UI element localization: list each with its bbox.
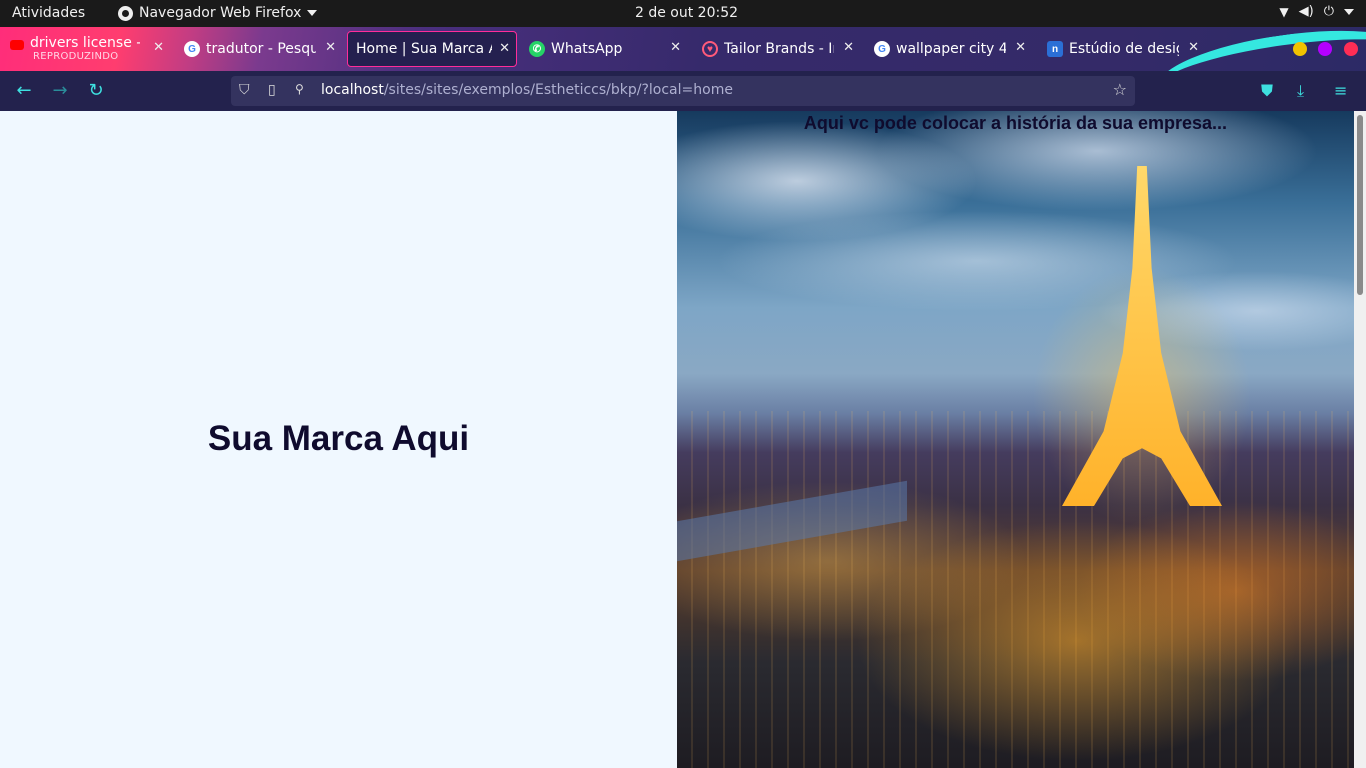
pocket-icon[interactable]: ⛊ bbox=[1261, 81, 1273, 101]
app-menu-label: Navegador Web Firefox bbox=[139, 5, 302, 21]
tab-tailor-brands[interactable]: ♥ Tailor Brands - Ins ✕ bbox=[694, 31, 860, 67]
navigation-toolbar: ← → ↻ ⛉ ▯ ⚲ localhost/sites/sites/exempl… bbox=[0, 71, 1366, 111]
system-top-bar: Atividades Navegador Web Firefox 2 de ou… bbox=[0, 0, 1366, 27]
tab-wallpaper-city[interactable]: G wallpaper city 4k ✕ bbox=[866, 31, 1032, 67]
close-icon[interactable]: ✕ bbox=[843, 40, 854, 55]
page-icon[interactable]: ▯ bbox=[268, 82, 276, 98]
youtube-icon bbox=[10, 40, 24, 50]
tab-drivers-license[interactable]: drivers license - O REPRODUZINDO ✕ bbox=[2, 31, 170, 67]
activities-button[interactable]: Atividades bbox=[12, 5, 85, 21]
tab-whatsapp[interactable]: ✆ WhatsApp ✕ bbox=[521, 31, 687, 67]
scrollbar-thumb[interactable] bbox=[1357, 115, 1363, 295]
app-menu[interactable]: Navegador Web Firefox bbox=[118, 5, 318, 21]
tab-playing-label: REPRODUZINDO bbox=[33, 51, 119, 62]
close-window-button[interactable] bbox=[1344, 42, 1358, 56]
tab-estudio-design[interactable]: n Estúdio de design ✕ bbox=[1039, 31, 1205, 67]
close-icon[interactable]: ✕ bbox=[153, 40, 164, 55]
permissions-icon[interactable]: ⚲ bbox=[295, 82, 304, 96]
tab-tradutor[interactable]: G tradutor - Pesquisa ✕ bbox=[176, 31, 342, 67]
minimize-button[interactable] bbox=[1293, 42, 1307, 56]
tab-home-sua-marca[interactable]: Home | Sua Marca Aqui ✕ bbox=[347, 31, 517, 67]
tab-label: tradutor - Pesquisa bbox=[206, 41, 316, 57]
bookmark-star-icon[interactable]: ☆ bbox=[1113, 80, 1127, 99]
address-bar[interactable]: ⛉ ▯ ⚲ localhost/sites/sites/exemplos/Est… bbox=[231, 76, 1135, 106]
page-viewport: Sua Marca Aqui Aqui vc pode colocar a hi… bbox=[0, 111, 1366, 768]
forward-arrow-icon[interactable]: → bbox=[50, 81, 70, 101]
whatsapp-icon: ✆ bbox=[529, 41, 545, 57]
chevron-down-icon bbox=[307, 10, 318, 16]
google-icon: G bbox=[184, 41, 200, 57]
status-area[interactable]: ▼ ◀) ⏻ bbox=[1279, 4, 1354, 19]
close-icon[interactable]: ✕ bbox=[1188, 40, 1199, 55]
tailorbrands-icon: ♥ bbox=[702, 41, 718, 57]
close-icon[interactable]: ✕ bbox=[670, 40, 681, 55]
menu-hamburger-icon[interactable]: ≡ bbox=[1334, 81, 1347, 100]
tab-strip: drivers license - O REPRODUZINDO ✕ G tra… bbox=[0, 27, 1366, 71]
maximize-button[interactable] bbox=[1318, 42, 1332, 56]
hero-image-panel: Aqui vc pode colocar a história da sua e… bbox=[677, 111, 1354, 768]
tab-label: WhatsApp bbox=[551, 41, 623, 57]
brand-heading: Sua Marca Aqui bbox=[207, 419, 470, 458]
history-text: Aqui vc pode colocar a história da sua e… bbox=[803, 113, 1228, 133]
sky-clouds-image bbox=[677, 111, 1354, 411]
url-host: localhost bbox=[321, 82, 384, 98]
url-text[interactable]: localhost/sites/sites/exemplos/Estheticc… bbox=[321, 82, 733, 98]
volume-icon: ◀) bbox=[1298, 4, 1314, 19]
tab-label: Home | Sua Marca Aqui bbox=[356, 41, 492, 57]
n-icon: n bbox=[1047, 41, 1063, 57]
clock[interactable]: 2 de out 20:52 bbox=[635, 5, 738, 21]
shield-icon[interactable]: ⛉ bbox=[239, 82, 250, 98]
download-icon[interactable]: ⤓ bbox=[1297, 81, 1304, 101]
firefox-icon bbox=[118, 5, 133, 21]
reload-icon[interactable]: ↻ bbox=[86, 81, 106, 101]
tab-label: Estúdio de design bbox=[1069, 41, 1179, 57]
tab-label: drivers license - O bbox=[30, 35, 140, 51]
power-icon: ⏻ bbox=[1323, 4, 1334, 19]
close-icon[interactable]: ✕ bbox=[325, 40, 336, 55]
tab-label: Tailor Brands - Ins bbox=[724, 41, 834, 57]
wifi-icon: ▼ bbox=[1279, 4, 1289, 19]
city-lights-image bbox=[677, 411, 1354, 768]
close-icon[interactable]: ✕ bbox=[1015, 40, 1026, 55]
google-icon: G bbox=[874, 41, 890, 57]
eiffel-tower-image bbox=[1032, 166, 1252, 526]
chevron-down-icon bbox=[1344, 8, 1354, 15]
brand-panel: Sua Marca Aqui bbox=[0, 111, 677, 768]
close-icon[interactable]: ✕ bbox=[499, 41, 510, 56]
page-scrollbar[interactable] bbox=[1354, 111, 1366, 768]
tab-label: wallpaper city 4k bbox=[896, 41, 1006, 57]
url-path: /sites/sites/exemplos/Estheticcs/bkp/?lo… bbox=[383, 82, 733, 98]
back-arrow-icon[interactable]: ← bbox=[14, 81, 34, 101]
